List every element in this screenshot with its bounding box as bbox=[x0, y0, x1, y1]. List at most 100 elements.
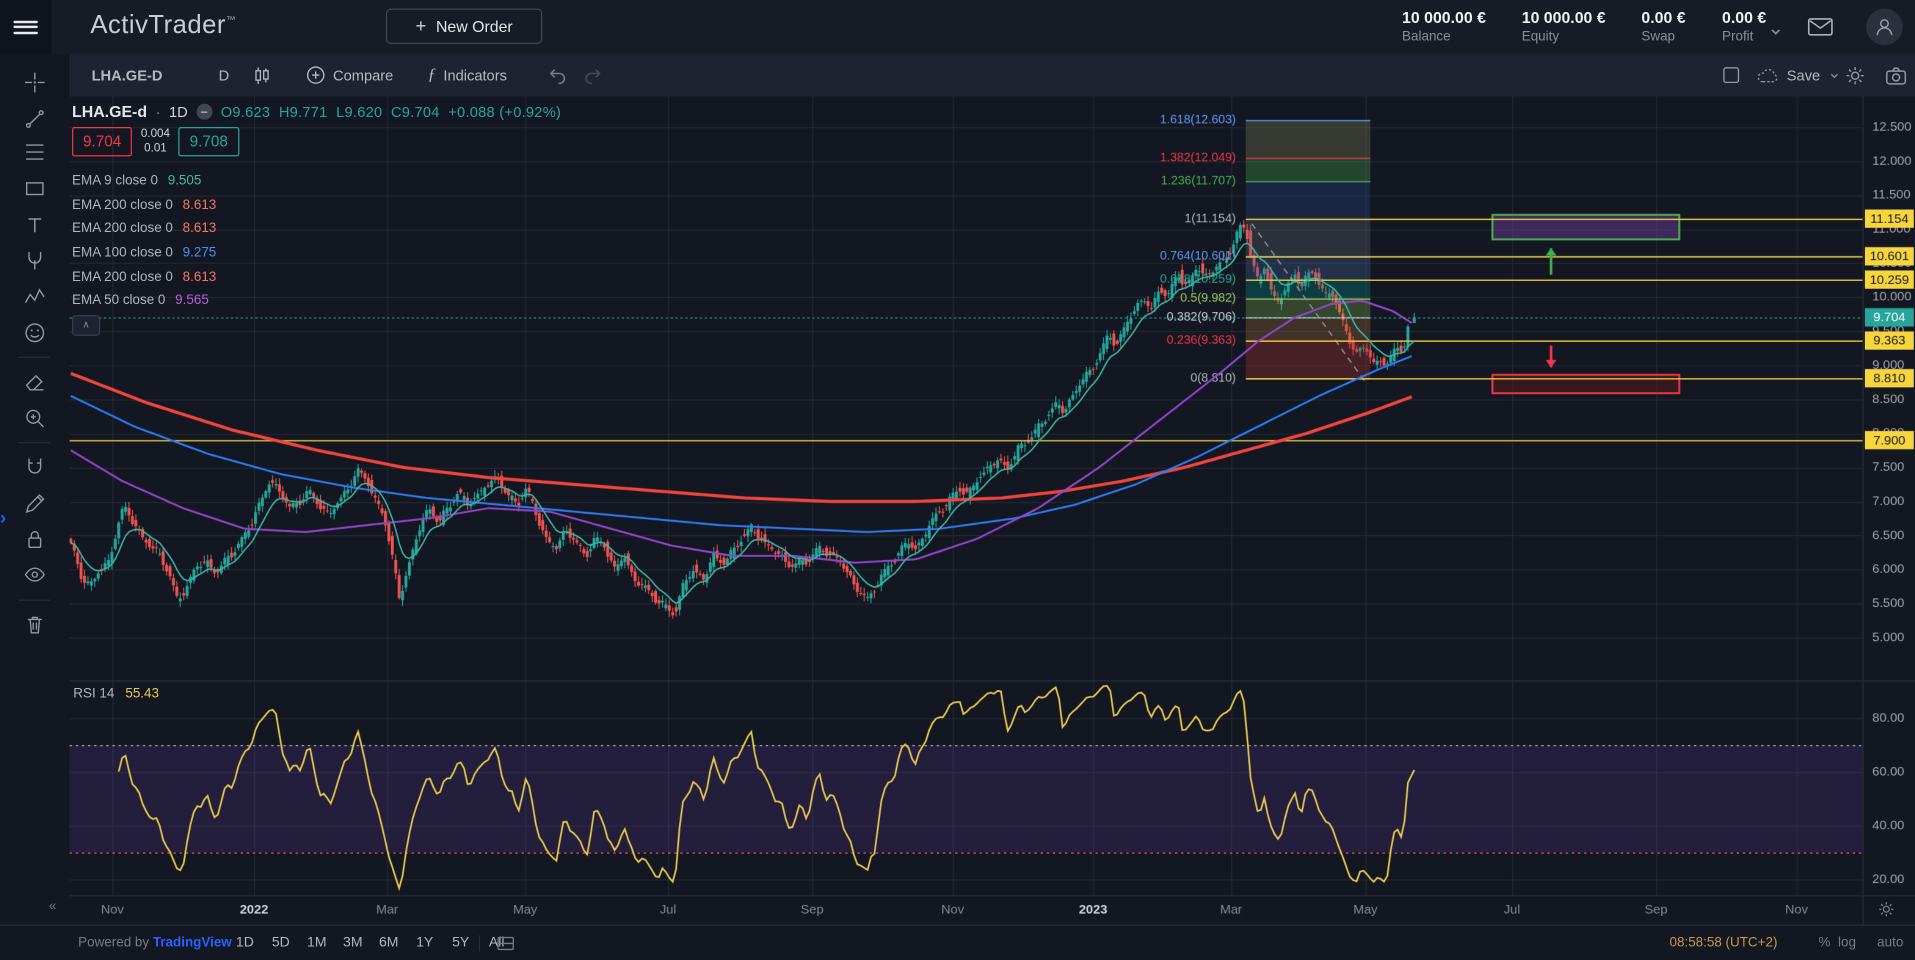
compare-button[interactable]: Compare bbox=[305, 65, 393, 86]
indicator-legend-row[interactable]: EMA 200 close 08.613 bbox=[72, 198, 216, 213]
trend-line-icon bbox=[23, 107, 46, 130]
indicator-legend-row[interactable]: EMA 200 close 08.613 bbox=[72, 270, 216, 285]
rail-separator bbox=[18, 600, 50, 601]
eye-icon bbox=[23, 562, 46, 585]
range-1d-button[interactable]: 1D bbox=[230, 931, 261, 955]
trash-icon bbox=[23, 612, 46, 635]
layout-button[interactable] bbox=[1721, 54, 1742, 97]
time-axis-settings-button[interactable] bbox=[1877, 900, 1895, 918]
rsi-legend[interactable]: RSI 14 55.43 bbox=[73, 686, 159, 701]
drawing-tool-rail bbox=[0, 54, 71, 925]
magnet-icon bbox=[23, 455, 46, 478]
top-header: ActivTrader™ + New Order 10 000.00 €Bala… bbox=[0, 0, 1915, 55]
undo-icon bbox=[546, 64, 568, 86]
panes-icon bbox=[496, 934, 516, 952]
drawing-mode-button[interactable] bbox=[11, 485, 57, 522]
chart-settings-button[interactable] bbox=[1844, 54, 1866, 97]
redo-button[interactable] bbox=[583, 64, 605, 86]
eraser-icon bbox=[23, 369, 46, 392]
activtrader-app: ActivTrader™ + New Order 10 000.00 €Bala… bbox=[0, 0, 1915, 960]
legend-low: L9.620 bbox=[336, 103, 382, 120]
cloud-save-icon bbox=[1756, 65, 1778, 85]
undo-button[interactable] bbox=[546, 64, 568, 86]
account-balance: 10 000.00 €Balance bbox=[1402, 9, 1486, 44]
magnifier-plus-icon bbox=[23, 406, 46, 429]
layout-square-icon bbox=[1721, 65, 1742, 86]
eraser-tool-button[interactable] bbox=[11, 363, 57, 400]
collapse-legend-button[interactable]: ∧ bbox=[72, 315, 100, 336]
indicator-legend-row[interactable]: EMA 50 close 09.565 bbox=[72, 293, 209, 308]
patterns-tool-button[interactable] bbox=[11, 278, 57, 315]
range-1m-button[interactable]: 1M bbox=[302, 931, 333, 955]
tradingview-link[interactable]: TradingView bbox=[153, 936, 232, 951]
zoom-tool-button[interactable] bbox=[11, 399, 57, 436]
hide-series-button[interactable]: – bbox=[196, 104, 212, 120]
save-layout-button[interactable]: Save bbox=[1756, 54, 1841, 97]
jump-to-start-icon[interactable]: « bbox=[49, 899, 55, 914]
smiley-icon bbox=[23, 321, 46, 344]
chevron-down-icon bbox=[1829, 69, 1841, 81]
range-3m-button[interactable]: 3M bbox=[338, 931, 369, 955]
redo-icon bbox=[583, 64, 605, 86]
mail-button[interactable] bbox=[1806, 15, 1834, 39]
indicator-legend-row[interactable]: EMA 100 close 09.275 bbox=[72, 245, 216, 260]
bottom-bar: Powered by TradingView 1D 5D 1M 3M 6M 1Y… bbox=[0, 925, 1915, 960]
lock-drawings-button[interactable] bbox=[11, 520, 57, 557]
shapes-tool-button[interactable] bbox=[11, 170, 57, 207]
date-range-switcher: 1D 5D 1M 3M 6M 1Y 5Y All bbox=[230, 931, 512, 955]
server-clock[interactable]: 08:58:58 (UTC+2) bbox=[1670, 936, 1778, 951]
legend-high: H9.771 bbox=[279, 103, 328, 120]
camera-icon bbox=[1884, 64, 1907, 86]
range-1y-button[interactable]: 1Y bbox=[409, 931, 440, 955]
range-5y-button[interactable]: 5Y bbox=[445, 931, 476, 955]
app-logo: ActivTrader™ bbox=[90, 11, 236, 40]
range-6m-button[interactable]: 6M bbox=[373, 931, 404, 955]
sell-button[interactable]: 9.704 bbox=[72, 127, 132, 156]
timeframe-button[interactable]: D bbox=[219, 67, 230, 84]
lot-value: 0.01 bbox=[144, 142, 167, 157]
fib-retracement-tool-button[interactable] bbox=[11, 133, 57, 170]
rail-separator bbox=[18, 442, 50, 443]
trend-line-tool-button[interactable] bbox=[11, 100, 57, 137]
powered-by: Powered by TradingView bbox=[78, 936, 232, 951]
screenshot-button[interactable] bbox=[1884, 54, 1907, 97]
compare-plus-icon bbox=[305, 65, 326, 86]
magnet-tool-button[interactable] bbox=[11, 448, 57, 485]
user-avatar[interactable] bbox=[1866, 9, 1903, 46]
legend-symbol: LHA.GE-d bbox=[72, 103, 147, 121]
account-swap: 0.00 €Swap bbox=[1641, 9, 1685, 44]
chart-legend: LHA.GE-d · 1D – O9.623 H9.771 L9.620 C9.… bbox=[72, 103, 561, 121]
new-order-button[interactable]: + New Order bbox=[386, 9, 542, 44]
crosshair-tool-button[interactable] bbox=[11, 64, 57, 101]
panes-layout-button[interactable] bbox=[496, 934, 516, 952]
legend-timeframe: 1D bbox=[169, 103, 188, 120]
profit-chevron-down-icon[interactable] bbox=[1768, 24, 1783, 39]
symbol-search-button[interactable]: LHA.GE-D bbox=[92, 67, 163, 84]
log-scale-button[interactable]: log bbox=[1838, 936, 1856, 951]
hamburger-icon bbox=[13, 17, 37, 37]
pitchfork-tool-button[interactable] bbox=[11, 242, 57, 279]
indicator-legend-row[interactable]: EMA 200 close 08.613 bbox=[72, 221, 216, 236]
spread-lot: 0.004 0.01 bbox=[132, 127, 178, 156]
auto-scale-button[interactable]: auto bbox=[1877, 936, 1903, 951]
legend-close: C9.704 bbox=[391, 103, 440, 120]
remove-drawings-button[interactable] bbox=[11, 606, 57, 643]
percent-scale-button[interactable]: % bbox=[1819, 936, 1831, 951]
legend-open: O9.623 bbox=[221, 103, 271, 120]
indicator-legend-row[interactable]: EMA 9 close 09.505 bbox=[72, 173, 201, 188]
hide-drawings-button[interactable] bbox=[11, 556, 57, 593]
main-chart-canvas[interactable] bbox=[70, 96, 1915, 924]
function-icon: ƒ bbox=[427, 65, 436, 85]
indicators-button[interactable]: ƒ Indicators bbox=[427, 65, 506, 85]
panel-expand-chevron[interactable]: › bbox=[0, 508, 6, 529]
chart-style-button[interactable] bbox=[251, 64, 273, 86]
buy-button[interactable]: 9.708 bbox=[179, 127, 239, 156]
gear-icon bbox=[1877, 900, 1895, 918]
text-tool-button[interactable] bbox=[11, 206, 57, 243]
range-5d-button[interactable]: 5D bbox=[266, 931, 297, 955]
main-menu-button[interactable] bbox=[0, 0, 51, 54]
emoji-tool-button[interactable] bbox=[11, 314, 57, 351]
text-icon bbox=[23, 213, 46, 236]
rail-separator bbox=[18, 357, 50, 358]
lock-icon bbox=[23, 527, 46, 550]
